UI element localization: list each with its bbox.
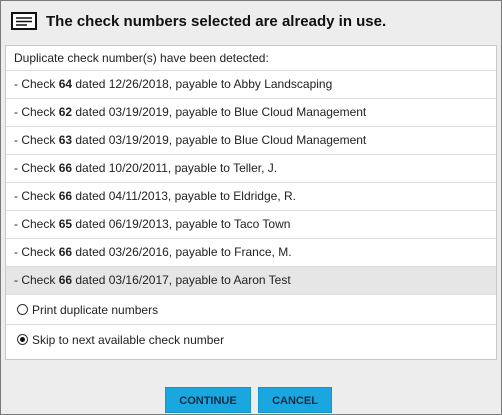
check-number: 66 xyxy=(58,189,73,203)
print-duplicate-radio[interactable] xyxy=(17,304,28,315)
check-number: 64 xyxy=(58,77,73,91)
duplicate-check-panel: Duplicate check number(s) have been dete… xyxy=(5,45,497,360)
check-row: - Check 63 dated 03/19/2019, payable to … xyxy=(6,127,496,155)
option-print-duplicate[interactable]: Print duplicate numbers xyxy=(6,295,496,325)
check-row-selected: - Check 66 dated 03/16/2017, payable to … xyxy=(6,267,496,295)
check-number: 66 xyxy=(58,245,73,259)
check-number: 63 xyxy=(58,133,73,147)
dialog-title-bar: The check numbers selected are already i… xyxy=(1,1,501,41)
duplicate-check-dialog: The check numbers selected are already i… xyxy=(0,0,502,415)
check-row: - Check 66 dated 10/20/2011, payable to … xyxy=(6,155,496,183)
dialog-title: The check numbers selected are already i… xyxy=(46,12,387,30)
cancel-button[interactable]: CANCEL xyxy=(258,387,332,413)
option-label: Skip to next available check number xyxy=(32,332,225,347)
list-window-icon xyxy=(11,12,37,30)
duplicate-notice: Duplicate check number(s) have been dete… xyxy=(6,46,496,71)
skip-to-next-radio[interactable] xyxy=(17,334,28,345)
option-label: Print duplicate numbers xyxy=(32,302,159,317)
check-number: 66 xyxy=(58,273,73,287)
option-skip-to-next[interactable]: Skip to next available check number xyxy=(6,325,496,354)
check-number: 66 xyxy=(58,161,73,175)
check-row: - Check 66 dated 03/26/2016, payable to … xyxy=(6,239,496,267)
check-row: - Check 64 dated 12/26/2018, payable to … xyxy=(6,71,496,99)
check-row: - Check 66 dated 04/11/2013, payable to … xyxy=(6,183,496,211)
continue-button[interactable]: CONTINUE xyxy=(165,387,251,413)
check-number: 65 xyxy=(58,217,73,231)
check-row: - Check 62 dated 03/19/2019, payable to … xyxy=(6,99,496,127)
check-row: - Check 65 dated 06/19/2013, payable to … xyxy=(6,211,496,239)
check-number: 62 xyxy=(58,105,73,119)
